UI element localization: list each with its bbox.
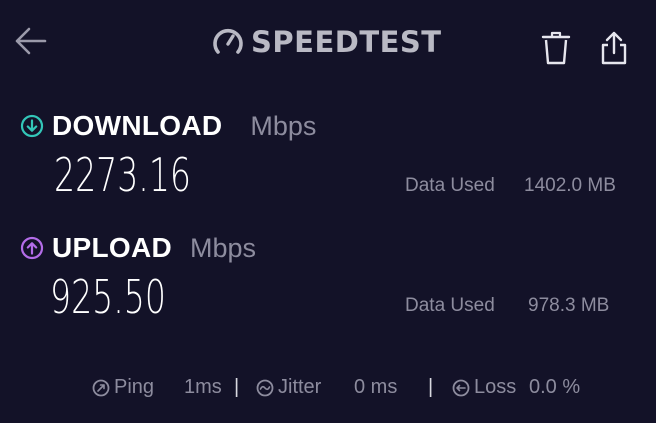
upload-data-used-value: 978.3 MB: [528, 295, 610, 316]
download-unit: Mbps: [250, 110, 317, 141]
ping-label: Ping: [114, 376, 155, 398]
arrow-left-icon: [15, 27, 47, 55]
ping-icon: [92, 379, 110, 396]
upload-speed-value: 925.50: [50, 270, 166, 324]
upload-label: UPLOAD: [52, 232, 173, 263]
jitter-stat: Jitter: [256, 376, 321, 399]
download-label: DOWNLOAD: [52, 110, 223, 141]
separator-2: |: [428, 376, 434, 398]
download-arrow-icon: [20, 114, 44, 138]
stats-bar: Ping 1ms | Jitter 0 ms | Loss 0.0 %: [0, 376, 656, 402]
upload-unit: Mbps: [190, 232, 257, 263]
loss-label: Loss: [474, 376, 517, 398]
download-speed-value: 2273.16: [54, 148, 191, 202]
logo-text: SPEEDTEST: [251, 25, 442, 59]
trash-icon: [541, 31, 571, 65]
jitter-label: Jitter: [278, 376, 322, 398]
upload-header: UPLOAD Mbps: [20, 232, 256, 264]
jitter-value: 0 ms: [354, 376, 398, 398]
upload-arrow-icon: [20, 236, 44, 260]
separator-1: |: [234, 376, 240, 398]
download-header: DOWNLOAD Mbps: [20, 110, 316, 142]
delete-button[interactable]: [540, 30, 574, 68]
share-button[interactable]: [598, 30, 632, 68]
loss-stat: Loss: [452, 376, 516, 399]
jitter-icon: [256, 379, 274, 396]
ping-stat: Ping: [92, 376, 154, 399]
download-data-used-value: 1402.0 MB: [524, 175, 616, 196]
speedtest-logo: SPEEDTEST: [212, 24, 442, 60]
loss-value: 0.0 %: [529, 376, 581, 398]
back-button[interactable]: [12, 24, 48, 58]
download-data-used-label: Data Used: [405, 175, 495, 196]
upload-data-used-label: Data Used: [405, 295, 495, 316]
share-icon: [601, 31, 627, 65]
loss-icon: [452, 379, 470, 396]
ping-value: 1ms: [184, 376, 222, 398]
speedometer-icon: [213, 28, 243, 54]
